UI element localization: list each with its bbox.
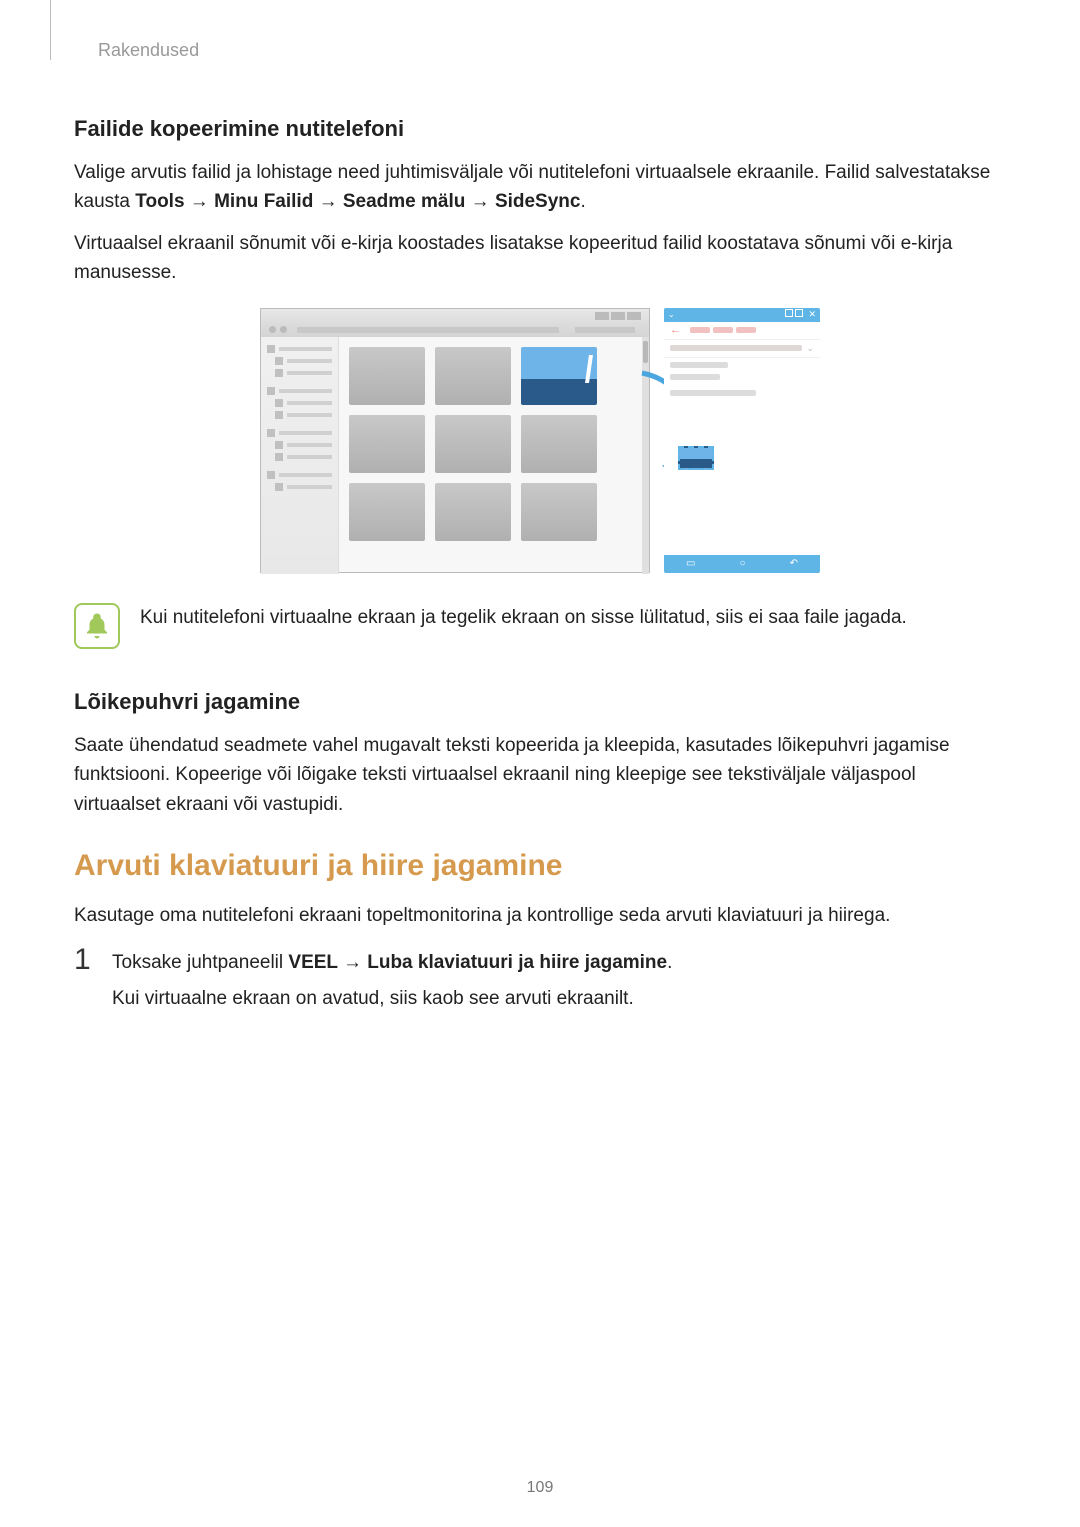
window-min-icon <box>785 309 793 317</box>
step-note: Kui virtuaalne ekraan on avatud, siis ka… <box>112 981 672 1017</box>
pc-file-browser <box>260 308 650 573</box>
thumbnail <box>521 483 597 541</box>
text: . <box>580 191 585 212</box>
drop-target <box>678 446 714 470</box>
thumbnail <box>349 347 425 405</box>
back-icon: ← <box>670 324 681 336</box>
thumbnail <box>349 415 425 473</box>
arrow: → <box>185 191 215 212</box>
arrow: → <box>338 952 368 973</box>
pc-sidebar <box>261 337 339 574</box>
page-binding-rule <box>50 0 51 60</box>
pc-titlebar <box>261 309 649 323</box>
recent-apps-icon: ▭ <box>686 558 695 569</box>
phone-dropdown: ⌄ <box>664 340 820 358</box>
note-bell-icon <box>74 603 120 649</box>
home-icon: ○ <box>740 558 746 569</box>
step-instruction: Toksake juhtpaneelil VEEL → Luba klaviat… <box>112 945 672 981</box>
step-number: 1 <box>74 945 98 1017</box>
page-content: Rakendused Failide kopeerimine nutitelef… <box>0 0 1080 1047</box>
step-1: 1 Toksake juhtpaneelil VEEL → Luba klavi… <box>74 945 1006 1017</box>
para-keyboard-mouse-intro: Kasutage oma nutitelefoni ekraani topelt… <box>74 901 1006 930</box>
path-tools: Tools <box>135 191 184 212</box>
text: Toksake juhtpaneelil <box>112 952 288 973</box>
heading-copy-files: Failide kopeerimine nutitelefoni <box>74 116 1006 142</box>
phone-toolbar: ← <box>664 322 820 340</box>
thumbnail <box>435 415 511 473</box>
window-max-icon <box>795 309 803 317</box>
thumbnail <box>349 483 425 541</box>
close-icon: ✕ <box>808 309 816 320</box>
path-minu-failid: Minu Failid <box>214 191 313 212</box>
phone-list <box>664 358 820 474</box>
heading-clipboard: Lõikepuhvri jagamine <box>74 689 1006 715</box>
section-title-keyboard-mouse: Arvuti klaviatuuri ja hiire jagamine <box>74 849 1006 883</box>
thumbnail <box>435 347 511 405</box>
phone-virtual-screen: ⌄ ✕ ← ⌄ ▭ ○ ↶ <box>664 308 820 573</box>
path-sidesync: SideSync <box>495 191 581 212</box>
illustration-drag-drop: ⌄ ✕ ← ⌄ ▭ ○ ↶ <box>260 308 820 573</box>
chevron-down-icon: ⌄ <box>668 310 675 319</box>
page-number: 109 <box>0 1479 1080 1497</box>
para-clipboard: Saate ühendatud seadmete vahel mugavalt … <box>74 731 1006 819</box>
arrow: → <box>313 191 343 212</box>
scrollbar <box>642 337 649 574</box>
breadcrumb: Rakendused <box>98 40 1006 61</box>
pc-thumbnail-grid <box>339 337 649 574</box>
para-copy-files-2: Virtuaalsel ekraanil sõnumit või e-kirja… <box>74 229 1006 288</box>
phone-navbar: ▭ ○ ↶ <box>664 555 820 573</box>
chevron-down-icon: ⌄ <box>806 343 814 354</box>
menu-allow-sharing: Luba klaviatuuri ja hiire jagamine <box>367 952 667 973</box>
phone-titlebar: ⌄ ✕ <box>664 308 820 322</box>
thumbnail-selected <box>521 347 597 405</box>
pc-toolbar <box>261 323 649 337</box>
note-callout: Kui nutitelefoni virtuaalne ekraan ja te… <box>74 603 1006 649</box>
text: . <box>667 952 672 973</box>
note-text: Kui nutitelefoni virtuaalne ekraan ja te… <box>140 603 907 632</box>
path-seadme-malu: Seadme mälu <box>343 191 466 212</box>
thumbnail <box>521 415 597 473</box>
back-nav-icon: ↶ <box>790 558 798 569</box>
arrow: → <box>465 191 495 212</box>
menu-veel: VEEL <box>288 952 337 973</box>
para-copy-files-1: Valige arvutis failid ja lohistage need … <box>74 158 1006 217</box>
thumbnail <box>435 483 511 541</box>
